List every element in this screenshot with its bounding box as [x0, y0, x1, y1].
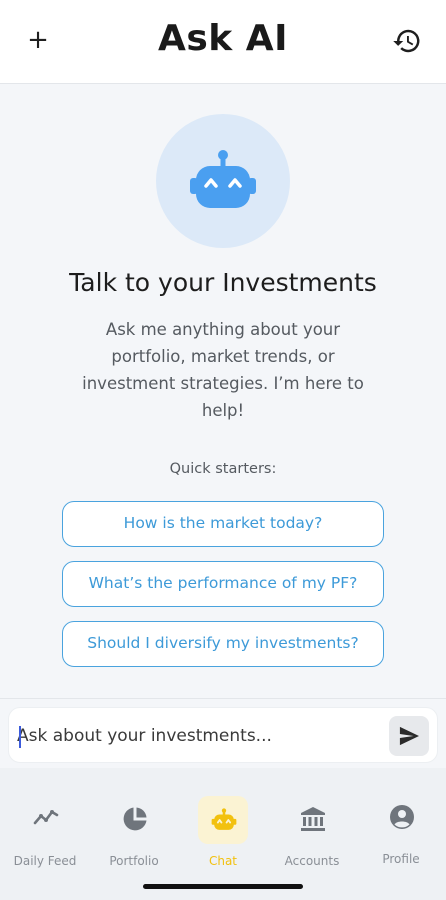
history-button[interactable]: [392, 26, 422, 56]
tab-profile[interactable]: Profile: [356, 792, 446, 872]
tab-label: Portfolio: [109, 854, 159, 868]
composer: [8, 707, 438, 763]
page-title: Ask AI: [157, 18, 289, 59]
quick-starter-button[interactable]: Should I diversify my investments?: [62, 621, 384, 667]
bank-icon: [301, 807, 325, 831]
tab-icon-wrap: [25, 794, 65, 842]
tab-icon-wrap: [381, 792, 421, 840]
tab-label: Profile: [382, 852, 420, 866]
pie-chart-icon: [123, 807, 147, 831]
history-icon: [393, 29, 420, 53]
home-indicator: [143, 884, 303, 889]
tab-label: Accounts: [284, 854, 340, 868]
robot-avatar: [156, 114, 290, 248]
send-button[interactable]: [389, 716, 429, 756]
tab-label: Daily Feed: [13, 854, 77, 868]
tab-icon-wrap: [114, 794, 154, 842]
send-icon: [399, 726, 419, 746]
tab-label: Chat: [208, 854, 238, 868]
robot-icon: [211, 808, 237, 830]
text-caret: [19, 726, 21, 748]
app-header: + Ask AI: [0, 0, 446, 84]
tab-icon-wrap: [292, 794, 332, 842]
divider: [0, 698, 446, 699]
quick-starter-button[interactable]: What’s the performance of my PF?: [62, 561, 384, 607]
user-circle-icon: [390, 805, 414, 829]
chat-input[interactable]: [17, 718, 387, 754]
tab-chat[interactable]: Chat: [178, 794, 268, 874]
trend-line-icon: [33, 810, 59, 825]
tab-portfolio[interactable]: Portfolio: [89, 794, 179, 874]
tab-daily-feed[interactable]: Daily Feed: [0, 794, 90, 874]
bottom-tab-bar: Daily Feed Portfolio Chat Accounts Profi…: [0, 768, 446, 900]
hero-headline: Talk to your Investments: [69, 268, 377, 297]
tab-accounts[interactable]: Accounts: [267, 794, 357, 874]
tab-icon-wrap: [198, 796, 248, 844]
quick-starters-label: Quick starters:: [169, 461, 277, 477]
hero-description: Ask me anything about your portfolio, ma…: [82, 320, 364, 420]
robot-icon: [190, 150, 256, 208]
quick-starter-button[interactable]: How is the market today?: [62, 501, 384, 547]
